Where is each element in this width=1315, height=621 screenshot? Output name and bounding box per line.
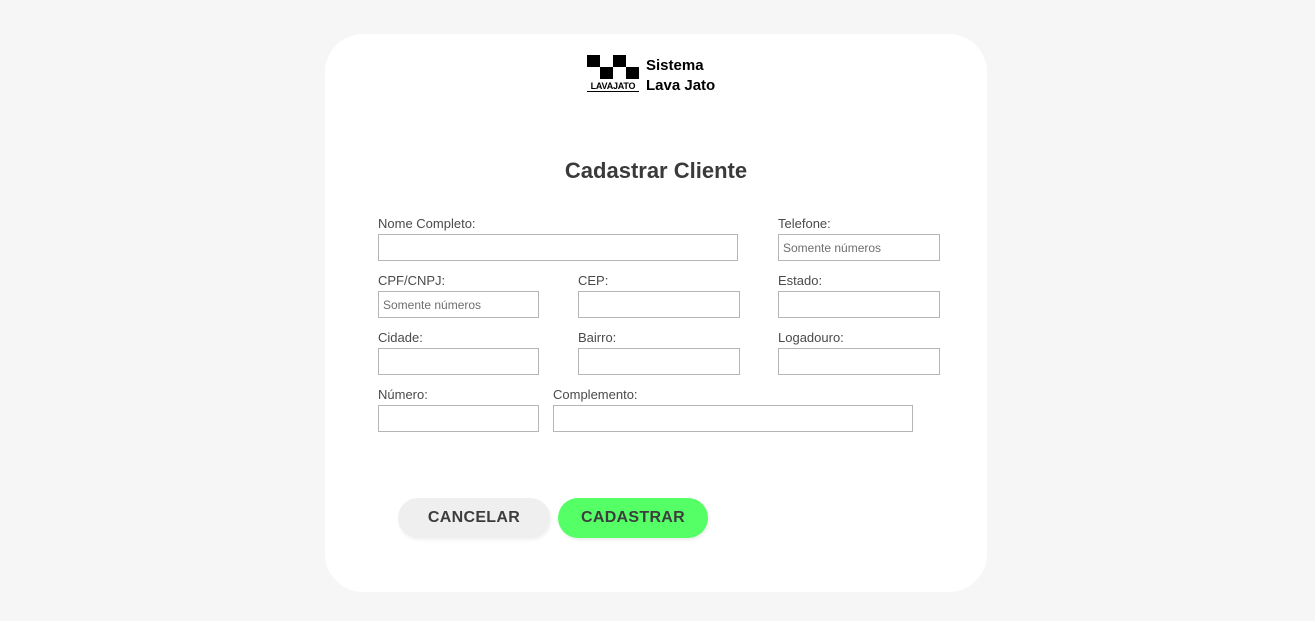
cidade-label: Cidade:	[378, 330, 423, 345]
bairro-input[interactable]	[578, 348, 740, 375]
estado-label: Estado:	[778, 273, 823, 288]
cpf-field: CPF/CNPJ:	[378, 273, 539, 318]
logradouro-field: Logadouro:	[778, 330, 940, 375]
complemento-input[interactable]	[553, 405, 913, 432]
numero-label: Número:	[378, 387, 428, 402]
brand-name-line1: Sistema	[646, 57, 704, 74]
brand-logo: LAVAJATO Sistema Lava Jato	[587, 55, 715, 96]
brand-name-line2: Lava Jato	[646, 77, 716, 94]
cancel-button[interactable]: CANCELAR	[398, 498, 550, 538]
bairro-label: Bairro:	[578, 330, 617, 345]
logradouro-input[interactable]	[778, 348, 940, 375]
complemento-field: Complemento:	[553, 387, 913, 432]
bairro-field: Bairro:	[578, 330, 740, 375]
nome-input[interactable]	[378, 234, 738, 261]
telefone-field: Telefone:	[778, 216, 940, 261]
cidade-input[interactable]	[378, 348, 539, 375]
nome-field: Nome Completo:	[378, 216, 738, 261]
submit-button[interactable]: CADASTRAR	[558, 498, 708, 538]
logo-wordmark: LAVAJATO	[587, 81, 639, 92]
nome-label: Nome Completo:	[378, 216, 476, 231]
cep-input[interactable]	[578, 291, 740, 318]
cep-label: CEP:	[578, 273, 609, 288]
checkered-flag-icon: LAVAJATO	[587, 55, 639, 93]
estado-field: Estado:	[778, 273, 940, 318]
telefone-label: Telefone:	[778, 216, 831, 231]
telefone-input[interactable]	[778, 234, 940, 261]
cidade-field: Cidade:	[378, 330, 539, 375]
brand-name: Sistema Lava Jato	[646, 56, 715, 96]
estado-input[interactable]	[778, 291, 940, 318]
numero-field: Número:	[378, 387, 539, 432]
numero-input[interactable]	[378, 405, 539, 432]
cpf-input[interactable]	[378, 291, 539, 318]
cpf-label: CPF/CNPJ:	[378, 273, 446, 288]
page-title: Cadastrar Cliente	[564, 158, 748, 183]
cep-field: CEP:	[578, 273, 740, 318]
logradouro-label: Logadouro:	[778, 330, 844, 345]
complemento-label: Complemento:	[553, 387, 638, 402]
